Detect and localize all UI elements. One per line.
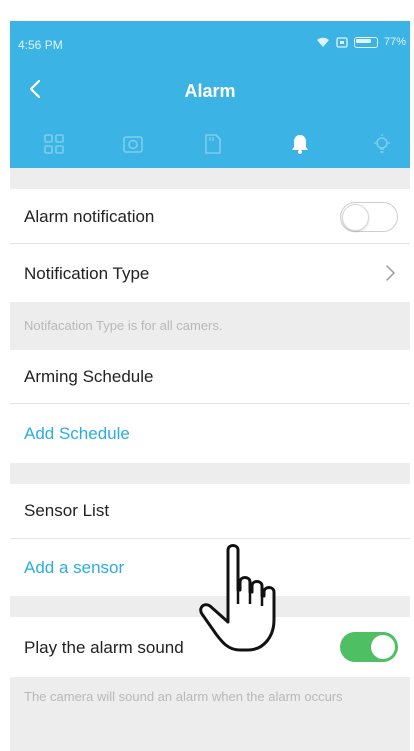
battery-level: 77% — [383, 36, 406, 48]
notification-type-row[interactable]: Notification Type — [10, 244, 410, 302]
alarm-notification-row[interactable]: Alarm notification — [10, 189, 410, 244]
tab-bar — [10, 121, 410, 167]
bell-icon — [292, 135, 308, 154]
notification-type-note: Notifacation Type is for all camers. — [10, 302, 410, 350]
toggle-knob — [342, 204, 369, 231]
add-schedule-link[interactable]: Add Schedule — [24, 424, 130, 444]
alarm-sound-note: The camera will sound an alarm when the … — [10, 677, 410, 751]
play-alarm-sound-toggle[interactable] — [340, 632, 398, 662]
sd-card-icon — [205, 134, 221, 154]
status-bar: 4:56 PM 77% — [10, 21, 410, 61]
add-schedule-row[interactable]: Add Schedule — [10, 404, 410, 463]
status-time: 4:56 PM — [18, 38, 63, 52]
nav-bar: Alarm — [10, 61, 410, 117]
camera-icon — [123, 136, 143, 153]
sim-icon — [336, 36, 348, 48]
alarm-notification-label: Alarm notification — [24, 207, 155, 226]
battery-icon — [353, 36, 378, 48]
header: 4:56 PM 77% Alarm — [10, 21, 410, 168]
alarm-notification-toggle[interactable] — [340, 202, 398, 232]
section-gap — [10, 168, 410, 189]
arming-schedule-row: Arming Schedule — [10, 350, 410, 404]
arming-schedule-label: Arming Schedule — [24, 367, 154, 386]
tab-grid[interactable] — [24, 121, 84, 167]
hand-pointer-icon — [199, 544, 276, 652]
sensor-list-row: Sensor List — [10, 484, 410, 539]
page-title: Alarm — [184, 81, 236, 101]
notification-type-label: Notification Type — [24, 264, 150, 283]
play-alarm-sound-label: Play the alarm sound — [24, 638, 184, 657]
add-sensor-link[interactable]: Add a sensor — [24, 558, 124, 578]
grid-icon — [44, 134, 64, 154]
tab-sd-card[interactable] — [182, 121, 242, 167]
toggle-knob — [371, 635, 395, 659]
tab-alarm[interactable] — [270, 121, 330, 167]
light-bulb-icon — [374, 134, 390, 153]
status-icons: 77% — [316, 36, 406, 48]
sensor-list-label: Sensor List — [24, 501, 110, 520]
wifi-icon — [316, 37, 329, 47]
chevron-right-icon — [386, 265, 395, 281]
tab-camera[interactable] — [103, 121, 163, 167]
tab-light[interactable] — [352, 121, 410, 167]
section-gap — [10, 463, 410, 484]
